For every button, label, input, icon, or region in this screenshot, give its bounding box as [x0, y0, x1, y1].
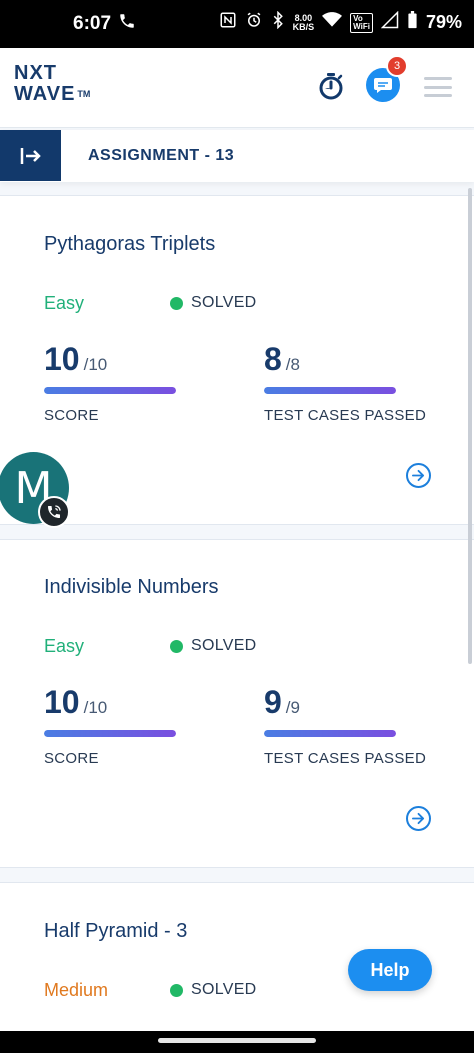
tests-progress-fill — [264, 730, 396, 737]
bluetooth-icon — [271, 10, 285, 34]
solved-dot-icon — [170, 983, 183, 997]
help-button[interactable]: Help — [348, 949, 432, 991]
logo-line2-wrap: WAVE TM — [14, 83, 90, 105]
nxtwave-logo[interactable]: NXT WAVE TM — [14, 63, 90, 105]
difficulty-label: Easy — [44, 636, 85, 656]
logo-line2: WAVE — [14, 83, 76, 105]
score-metric: 10/10 SCORE — [44, 341, 224, 424]
vowifi-line2: WiFi — [353, 21, 370, 31]
logo-tm: TM — [77, 89, 91, 99]
tests-progress-fill — [264, 387, 396, 394]
alarm-icon — [245, 11, 263, 34]
score-total: /10 — [83, 355, 108, 374]
difficulty-label: Easy — [44, 293, 85, 313]
vowifi-indicator: Vo WiFi — [350, 12, 373, 33]
call-badge[interactable] — [38, 496, 70, 528]
logo-line1: NXT — [14, 62, 57, 84]
score-value: 10 — [44, 341, 80, 377]
arrow-right-icon — [412, 812, 425, 825]
tests-value: 9 — [264, 684, 282, 720]
solved-dot-icon — [170, 639, 183, 653]
home-gesture-pill[interactable] — [158, 1038, 316, 1043]
difficulty-label: Medium — [44, 980, 109, 1000]
test-cases-metric: 9/9 TEST CASES PASSED — [264, 684, 444, 767]
status-label: SOLVED — [191, 637, 257, 654]
battery-icon — [407, 11, 418, 34]
score-metric: 10/10 SCORE — [44, 684, 224, 767]
phone-call-icon — [48, 505, 61, 518]
menu-line — [424, 77, 452, 80]
open-problem-button[interactable] — [406, 463, 431, 488]
chat-icon — [374, 78, 392, 93]
status-indicator: SOLVED — [170, 294, 257, 312]
score-progress-fill — [44, 730, 176, 737]
status-indicator: SOLVED — [170, 637, 257, 655]
status-system-icons: 8.00 KB/S Vo WiFi 79% — [219, 10, 462, 34]
tests-label: TEST CASES PASSED — [264, 750, 427, 767]
menu-line — [424, 94, 452, 97]
notification-badge: 3 — [386, 55, 408, 77]
assignment-title: ASSIGNMENT - 13 — [88, 147, 235, 164]
score-label: SCORE — [44, 407, 99, 424]
menu-line — [424, 85, 452, 89]
arrow-right-icon — [412, 469, 425, 482]
tests-value: 8 — [264, 341, 282, 377]
status-label: SOLVED — [191, 981, 257, 998]
network-speed: 8.00 KB/S — [292, 13, 315, 32]
clock: 6:07 — [73, 13, 112, 34]
battery-percent: 79% — [425, 12, 462, 32]
nfc-icon — [219, 11, 237, 34]
sidebar-expand-icon — [20, 147, 41, 164]
wifi-icon — [322, 12, 343, 33]
problem-title[interactable]: Pythagoras Triplets — [44, 233, 215, 256]
problem-title[interactable]: Half Pyramid - 3 — [44, 920, 187, 943]
tests-progress-bar — [264, 730, 396, 737]
solved-dot-icon — [170, 296, 183, 310]
score-progress-bar — [44, 387, 176, 394]
sidebar-toggle-button[interactable] — [0, 130, 61, 181]
status-label: SOLVED — [191, 294, 257, 311]
scrollbar[interactable] — [468, 188, 472, 664]
problem-title[interactable]: Indivisible Numbers — [44, 576, 219, 599]
tests-total: /9 — [285, 698, 300, 717]
signal-icon — [380, 10, 399, 34]
score-total: /10 — [83, 698, 108, 717]
score-progress-fill — [44, 387, 176, 394]
problem-card[interactable]: Pythagoras Triplets Easy SOLVED 10/10 SC… — [0, 195, 474, 525]
speed-unit: KB/S — [292, 21, 315, 32]
status-indicator: SOLVED — [170, 981, 257, 999]
assignment-header: ASSIGNMENT - 13 — [0, 130, 474, 182]
system-nav-bar — [0, 1031, 474, 1053]
timer-icon[interactable] — [318, 72, 344, 100]
call-icon — [118, 12, 136, 35]
menu-icon[interactable] — [424, 77, 452, 97]
tests-progress-bar — [264, 387, 396, 394]
problem-card[interactable]: Indivisible Numbers Easy SOLVED 10/10 SC… — [0, 539, 474, 868]
tests-label: TEST CASES PASSED — [264, 407, 427, 424]
open-problem-button[interactable] — [406, 806, 431, 831]
status-bar: 6:07 8.00 KB/S Vo WiFi 79% — [0, 0, 474, 48]
test-cases-metric: 8/8 TEST CASES PASSED — [264, 341, 444, 424]
score-label: SCORE — [44, 750, 99, 767]
score-progress-bar — [44, 730, 176, 737]
status-notification-icons — [118, 12, 136, 35]
score-value: 10 — [44, 684, 80, 720]
tests-total: /8 — [285, 355, 300, 374]
